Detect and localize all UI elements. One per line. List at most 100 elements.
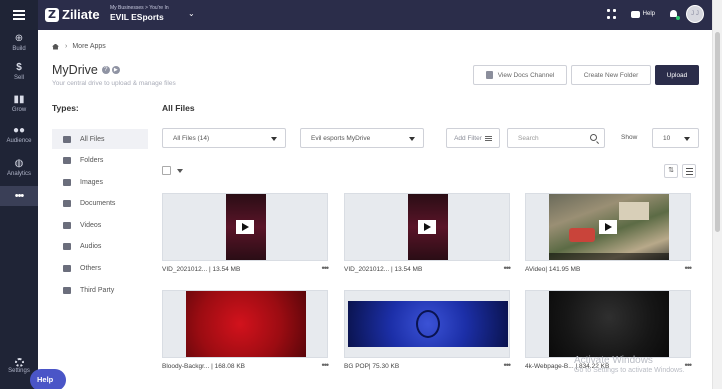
more-icon: ••• xyxy=(14,190,25,202)
chevron-down-icon[interactable] xyxy=(177,169,183,173)
help-label: Help xyxy=(642,11,655,17)
type-label: Folders xyxy=(80,156,104,164)
types-heading: Types: xyxy=(52,103,79,113)
type-videos[interactable]: Videos xyxy=(52,215,148,235)
page-subtitle: Your central drive to upload & manage fi… xyxy=(52,80,176,87)
type-others[interactable]: Others xyxy=(52,258,148,278)
view-docs-button[interactable]: View Docs Channel xyxy=(473,65,567,85)
file-thumbnail[interactable] xyxy=(344,193,510,261)
grid-icon xyxy=(63,135,71,143)
left-rail: ⊕ Build $ Sell ▮▮ Grow ●● Audience ◍ Ana… xyxy=(0,0,38,389)
add-filter-button[interactable]: Add Filter xyxy=(446,128,500,148)
drive-select[interactable]: Evil esports MyDrive xyxy=(300,128,424,148)
image-thumbnail xyxy=(549,291,669,357)
list-view-button[interactable] xyxy=(682,164,696,178)
more-options-icon[interactable]: ••• xyxy=(322,360,330,370)
upload-button[interactable]: Upload xyxy=(655,65,699,85)
type-images[interactable]: Images xyxy=(52,172,148,192)
type-third-party[interactable]: Third Party xyxy=(52,280,148,300)
watermark-line-1: Activate Windows xyxy=(574,355,653,366)
file-thumbnail[interactable] xyxy=(344,290,510,358)
business-name: EVIL ESports xyxy=(110,12,164,22)
file-caption: VID_2021012... | 13.54 MB xyxy=(162,266,241,273)
type-audios[interactable]: Audios xyxy=(52,236,148,256)
file-card[interactable]: VID_2021012... | 13.54 MB ••• xyxy=(162,193,330,279)
home-icon[interactable] xyxy=(52,43,59,50)
type-label: Images xyxy=(80,178,103,186)
file-card[interactable]: BG POP| 75.30 KB ••• xyxy=(344,290,512,376)
page-title-row: MyDrive ? ▶ xyxy=(52,63,120,77)
rail-item-label: Audience xyxy=(6,138,32,144)
chat-bubble-icon xyxy=(630,10,640,18)
file-caption: Bloody-Backgr... | 168.08 KB xyxy=(162,363,245,370)
file-card[interactable]: AVideo| 141.95 MB ••• xyxy=(525,193,693,279)
main-content: › More Apps MyDrive ? ▶ Your central dri… xyxy=(38,30,712,389)
create-folder-button[interactable]: Create New Folder xyxy=(571,65,651,85)
gear-icon xyxy=(14,358,24,367)
chevron-right-icon: › xyxy=(65,43,68,50)
file-filter-select[interactable]: All Files (14) xyxy=(162,128,286,148)
ziliate-logo[interactable]: Z Ziliate xyxy=(45,7,100,22)
more-options-icon[interactable]: ••• xyxy=(685,360,693,370)
rail-item-analytics[interactable]: ◍ Analytics xyxy=(0,158,38,177)
more-options-icon[interactable]: ••• xyxy=(685,263,693,273)
rail-item-label: Analytics xyxy=(6,171,31,177)
business-switcher[interactable]: My Businesses > You're In EVIL ESports xyxy=(110,5,169,22)
avatar[interactable]: J J xyxy=(686,5,704,23)
rail-item-sell[interactable]: $ Sell xyxy=(0,62,38,81)
page-size-select[interactable]: 10 xyxy=(652,128,699,148)
dollar-icon: $ xyxy=(16,62,22,73)
add-filter-label: Add Filter xyxy=(454,134,482,142)
file-caption: VID_2021012... | 13.54 MB xyxy=(344,266,423,273)
help-chat-button[interactable]: Help xyxy=(30,369,66,389)
file-thumbnail[interactable] xyxy=(525,290,691,358)
breadcrumb-current[interactable]: More Apps xyxy=(72,43,105,50)
rail-item-grow[interactable]: ▮▮ Grow xyxy=(0,94,38,113)
image-icon xyxy=(63,178,71,186)
app-window: ⊕ Build $ Sell ▮▮ Grow ●● Audience ◍ Ana… xyxy=(0,0,722,389)
question-icon[interactable]: ? xyxy=(101,66,110,74)
help-button[interactable]: Help xyxy=(630,10,655,18)
type-label: All Files xyxy=(80,135,105,143)
search-icon[interactable] xyxy=(590,134,597,141)
type-label: Documents xyxy=(80,199,116,207)
watermark-line-2: Go to Settings to activate Windows. xyxy=(574,367,685,374)
more-options-icon[interactable]: ••• xyxy=(504,360,512,370)
hamburger-menu-icon[interactable] xyxy=(0,0,38,30)
music-icon xyxy=(63,242,71,250)
type-all-files[interactable]: All Files xyxy=(52,129,148,149)
select-all-checkbox[interactable] xyxy=(162,166,171,175)
play-circle-icon[interactable]: ▶ xyxy=(111,66,120,74)
search-input[interactable]: Search xyxy=(507,128,605,148)
more-options-icon[interactable]: ••• xyxy=(322,263,330,273)
play-icon[interactable] xyxy=(599,220,617,234)
rail-item-build[interactable]: ⊕ Build xyxy=(0,33,38,52)
file-card[interactable]: Bloody-Backgr... | 168.08 KB ••• xyxy=(162,290,330,376)
scrollbar-thumb[interactable] xyxy=(715,32,720,232)
image-thumbnail xyxy=(186,291,306,357)
plus-circle-icon: ⊕ xyxy=(14,33,24,44)
type-folders[interactable]: Folders xyxy=(52,150,148,170)
file-thumbnail[interactable] xyxy=(162,290,328,358)
chevron-down-icon[interactable]: ⌄ xyxy=(188,9,195,18)
people-icon: ●● xyxy=(12,125,26,136)
analytics-icon: ◍ xyxy=(14,158,24,169)
view-docs-label: View Docs Channel xyxy=(497,71,555,79)
filter-lines-icon xyxy=(484,135,492,141)
rail-item-more[interactable]: ••• xyxy=(0,186,38,206)
play-icon[interactable] xyxy=(236,220,254,234)
vertical-scrollbar[interactable] xyxy=(712,0,722,389)
apps-grid-icon[interactable] xyxy=(606,9,617,19)
document-icon xyxy=(485,71,493,79)
more-options-icon[interactable]: ••• xyxy=(504,263,512,273)
bell-icon[interactable] xyxy=(669,9,680,20)
chevron-down-icon xyxy=(271,137,277,141)
type-documents[interactable]: Documents xyxy=(52,193,148,213)
sort-button[interactable]: ⇅ xyxy=(664,164,678,178)
file-thumbnail[interactable] xyxy=(162,193,328,261)
rail-item-audience[interactable]: ●● Audience xyxy=(0,125,38,144)
chevron-down-icon xyxy=(684,137,690,141)
file-thumbnail[interactable] xyxy=(525,193,691,261)
file-card[interactable]: VID_2021012... | 13.54 MB ••• xyxy=(344,193,512,279)
play-icon[interactable] xyxy=(418,220,436,234)
